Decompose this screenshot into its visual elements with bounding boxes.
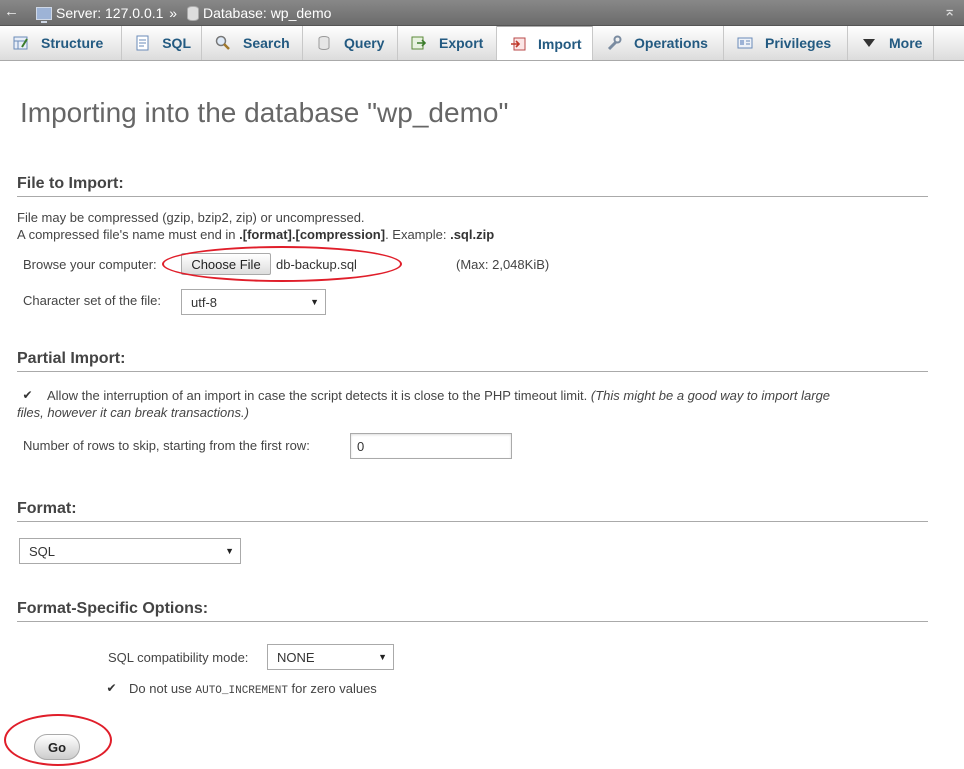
- collapse-icon[interactable]: ⌅: [943, 2, 956, 20]
- charset-label: Character set of the file:: [23, 293, 162, 308]
- query-icon: [315, 35, 333, 51]
- tab-label: Import: [538, 35, 582, 52]
- back-arrow-icon[interactable]: ←: [4, 3, 19, 20]
- format-value: SQL: [29, 543, 56, 559]
- breadcrumb: Server: 127.0.0.1 » Database: wp_demo: [36, 4, 331, 23]
- format-select[interactable]: SQL ▼: [19, 538, 241, 564]
- file-import-heading: File to Import:: [17, 175, 928, 197]
- tab-label: SQL: [162, 35, 191, 51]
- compat-mode-value: NONE: [277, 649, 315, 665]
- tab-privileges[interactable]: Privileges: [724, 26, 848, 60]
- charset-value: utf-8: [191, 294, 218, 310]
- database-icon: [186, 5, 199, 21]
- tab-label: More: [889, 35, 923, 51]
- allow-interrupt-note-line2: files, however it can break transactions…: [17, 405, 249, 420]
- compression-format: .[format].[compression]: [239, 227, 386, 242]
- compat-mode-label: SQL compatibility mode:: [108, 650, 249, 665]
- tab-label: Structure: [41, 35, 104, 51]
- auto-increment-checkbox[interactable]: ✔: [106, 682, 117, 694]
- skip-rows-value: 0: [357, 438, 365, 454]
- skip-rows-input[interactable]: 0: [350, 433, 512, 459]
- tab-export[interactable]: Export: [398, 26, 497, 60]
- tab-operations[interactable]: Operations: [593, 26, 724, 60]
- main-content: Importing into the database "wp_demo" Fi…: [0, 61, 964, 769]
- chevron-down-icon: [860, 35, 878, 51]
- compression-note-text: A compressed file's name must end in: [17, 227, 240, 242]
- charset-select[interactable]: utf-8 ▼: [181, 289, 326, 315]
- dropdown-arrow-icon: ▼: [378, 652, 387, 662]
- allow-interrupt-note: files, however it can break transactions…: [17, 405, 249, 420]
- server-icon: [36, 6, 52, 23]
- compression-name-note: A compressed file's name must end in .[f…: [17, 227, 494, 242]
- compression-example: .sql.zip: [450, 227, 495, 242]
- breadcrumb-bar: ← Server: 127.0.0.1 » Database: wp_demo …: [0, 0, 964, 26]
- sql-icon: [134, 35, 151, 51]
- structure-icon: [12, 35, 30, 51]
- partial-import-heading: Partial Import:: [17, 350, 928, 372]
- compression-note-text: . Example:: [385, 227, 451, 242]
- tab-import[interactable]: Import: [497, 26, 593, 60]
- dropdown-arrow-icon: ▼: [310, 297, 319, 307]
- export-icon: [410, 35, 428, 51]
- tab-search[interactable]: Search: [202, 26, 303, 60]
- choose-file-button[interactable]: Choose File: [181, 253, 271, 275]
- wrench-icon: [605, 35, 623, 51]
- tab-label: Query: [344, 35, 385, 51]
- tab-sql[interactable]: SQL: [122, 26, 202, 60]
- tab-query[interactable]: Query: [303, 26, 398, 60]
- tab-structure[interactable]: Structure: [0, 26, 122, 60]
- privileges-icon: [736, 35, 754, 51]
- auto-increment-label: Do not use AUTO_INCREMENT for zero value…: [129, 681, 377, 697]
- tab-bar: Structure SQL Search Query Export Import…: [0, 26, 964, 61]
- tab-label: Privileges: [765, 35, 832, 51]
- breadcrumb-separator: »: [169, 5, 178, 22]
- auto-increment-text: for zero values: [287, 681, 377, 696]
- skip-rows-label: Number of rows to skip, starting from th…: [23, 438, 310, 453]
- format-options-heading: Format-Specific Options:: [17, 600, 928, 622]
- breadcrumb-server[interactable]: Server: 127.0.0.1: [56, 5, 163, 21]
- tab-label: Operations: [634, 35, 708, 51]
- allow-interrupt-label: Allow the interruption of an import in c…: [47, 388, 830, 403]
- auto-increment-text: Do not use: [129, 681, 196, 696]
- tab-label: Export: [439, 35, 484, 51]
- import-icon: [509, 36, 527, 52]
- format-heading: Format:: [17, 500, 928, 522]
- max-size-label: (Max: 2,048KiB): [456, 257, 550, 272]
- page-title: Importing into the database "wp_demo": [20, 97, 509, 128]
- tab-more[interactable]: More: [848, 26, 934, 60]
- go-button[interactable]: Go: [34, 734, 80, 760]
- compat-mode-select[interactable]: NONE ▼: [267, 644, 394, 670]
- allow-interrupt-checkbox[interactable]: ✔: [22, 389, 33, 401]
- auto-increment-code: AUTO_INCREMENT: [195, 685, 288, 697]
- compression-note: File may be compressed (gzip, bzip2, zip…: [17, 210, 365, 225]
- allow-interrupt-note: (This might be a good way to import larg…: [590, 388, 831, 403]
- selected-file-name: db-backup.sql: [276, 257, 357, 272]
- breadcrumb-database[interactable]: Database: wp_demo: [203, 5, 331, 21]
- tab-label: Search: [243, 35, 290, 51]
- search-icon: [214, 35, 232, 51]
- dropdown-arrow-icon: ▼: [225, 546, 234, 556]
- allow-interrupt-text: Allow the interruption of an import in c…: [47, 388, 588, 403]
- browse-label: Browse your computer:: [23, 257, 157, 272]
